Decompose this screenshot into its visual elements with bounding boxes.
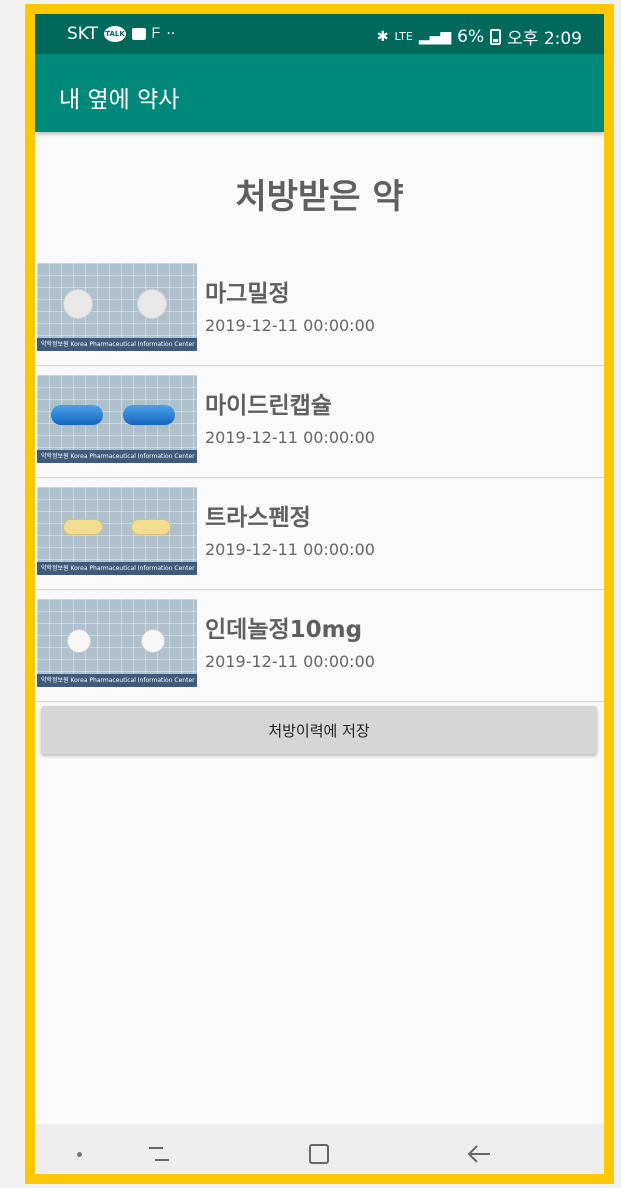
image-caption: 약학정보원 Korea Pharmaceutical Information C… — [37, 674, 197, 687]
navigation-bar — [35, 1124, 604, 1174]
medicine-item[interactable]: 약학정보원 Korea Pharmaceutical Information C… — [35, 254, 604, 366]
notification-icon: ᖴ — [152, 26, 161, 42]
medicine-date: 2019-12-11 00:00:00 — [205, 316, 375, 335]
pill-shape — [141, 629, 165, 653]
bluetooth-icon: ✱ — [376, 28, 389, 45]
pill-shape — [137, 289, 167, 319]
recent-apps-button[interactable] — [129, 1124, 189, 1174]
medicine-name: 마이드린캡슐 — [205, 393, 332, 419]
nav-dot-button[interactable] — [49, 1124, 109, 1174]
battery-icon — [490, 28, 502, 45]
pill-shape — [67, 629, 91, 653]
medicine-name: 트라스펜정 — [205, 505, 311, 531]
status-left: SKT TALK ᖴ ·· — [67, 24, 175, 44]
image-caption: 약학정보원 Korea Pharmaceutical Information C… — [37, 450, 197, 463]
kakaotalk-icon: TALK — [104, 26, 127, 42]
image-caption: 약학정보원 Korea Pharmaceutical Information C… — [37, 562, 197, 575]
back-icon — [467, 1145, 490, 1163]
dot-icon — [76, 1151, 82, 1157]
pill-shape — [63, 519, 103, 535]
medicine-date: 2019-12-11 00:00:00 — [205, 652, 375, 671]
app-bar: 내 옆에 약사 — [35, 54, 604, 132]
more-notifications-icon: ·· — [166, 26, 176, 42]
medicine-item[interactable]: 약학정보원 Korea Pharmaceutical Information C… — [35, 590, 604, 702]
pill-image: 약학정보원 Korea Pharmaceutical Information C… — [37, 263, 197, 351]
clock: 오후 2:09 — [507, 29, 582, 49]
device-frame: SKT TALK ᖴ ·· ✱ LTE ▂▄▆ 6% 오후 2:09 내 옆에 … — [25, 4, 614, 1184]
pill-shape — [51, 405, 103, 425]
medicine-name: 인데놀정10mg — [205, 617, 363, 643]
medicine-list: 약학정보원 Korea Pharmaceutical Information C… — [35, 254, 604, 702]
network-type: LTE — [394, 30, 413, 43]
home-icon — [309, 1144, 329, 1164]
medicine-item[interactable]: 약학정보원 Korea Pharmaceutical Information C… — [35, 478, 604, 590]
message-icon — [132, 28, 147, 40]
pill-image: 약학정보원 Korea Pharmaceutical Information C… — [37, 487, 197, 575]
pill-shape — [131, 519, 171, 535]
medicine-item[interactable]: 약학정보원 Korea Pharmaceutical Information C… — [35, 366, 604, 478]
signal-icon: ▂▄▆ — [418, 28, 452, 45]
back-button[interactable] — [449, 1124, 509, 1174]
app-title: 내 옆에 약사 — [59, 87, 180, 113]
image-caption: 약학정보원 Korea Pharmaceutical Information C… — [37, 338, 197, 351]
pill-image: 약학정보원 Korea Pharmaceutical Information C… — [37, 599, 197, 687]
recent-apps-icon — [149, 1147, 169, 1161]
carrier-label: SKT — [67, 24, 99, 44]
pill-shape — [63, 289, 93, 319]
status-bar: SKT TALK ᖴ ·· ✱ LTE ▂▄▆ 6% 오후 2:09 — [35, 14, 604, 54]
medicine-date: 2019-12-11 00:00:00 — [205, 428, 375, 447]
page-title: 처방받은 약 — [235, 177, 404, 217]
battery-percent: 6% — [457, 26, 485, 47]
pill-shape — [123, 405, 175, 425]
medicine-name: 마그밀정 — [205, 281, 290, 307]
status-right: ✱ LTE ▂▄▆ 6% 오후 2:09 — [376, 24, 582, 50]
save-history-button[interactable]: 처방이력에 저장 — [41, 706, 597, 754]
home-button[interactable] — [289, 1124, 349, 1174]
pill-image: 약학정보원 Korea Pharmaceutical Information C… — [37, 375, 197, 463]
medicine-date: 2019-12-11 00:00:00 — [205, 540, 375, 559]
